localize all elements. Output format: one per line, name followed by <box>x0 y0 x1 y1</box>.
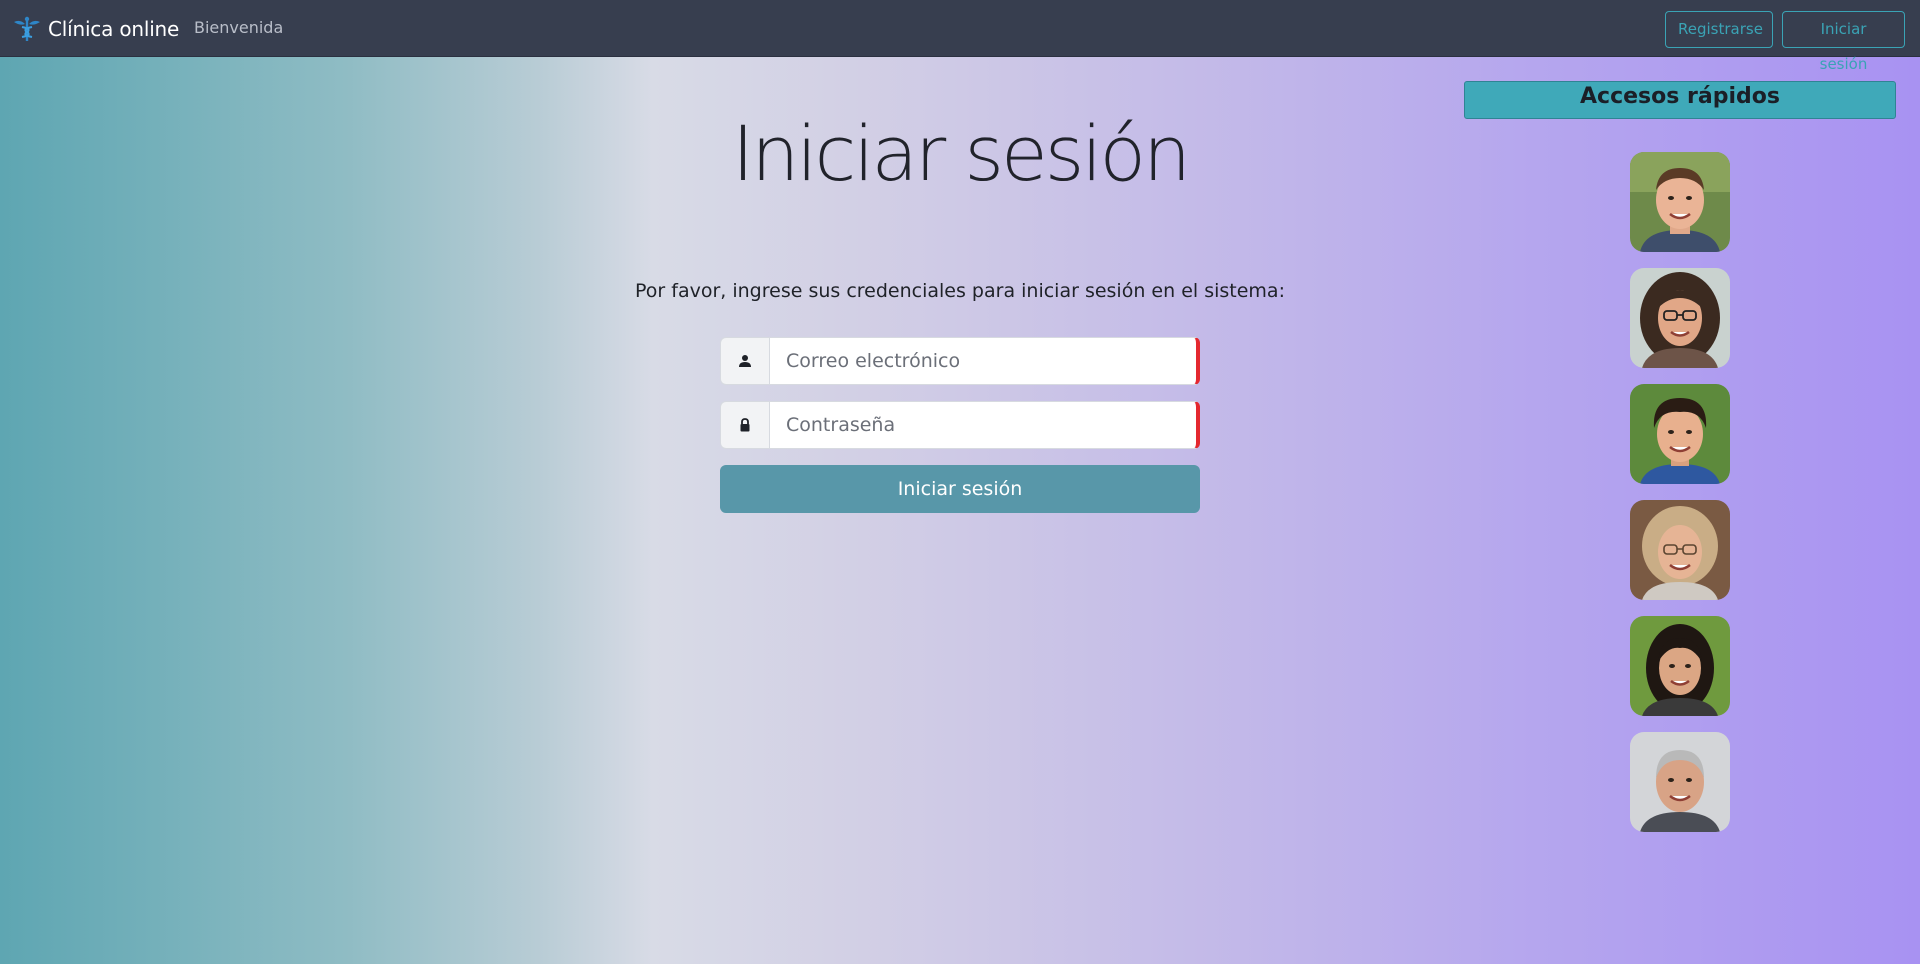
lock-icon <box>740 418 750 432</box>
quick-access-avatar[interactable] <box>1630 268 1730 368</box>
man-short-brown-hair-avatar <box>1630 152 1730 252</box>
caduceus-icon <box>14 16 40 41</box>
lock-icon-addon <box>720 401 769 449</box>
quick-access-avatar[interactable] <box>1630 500 1730 600</box>
quick-access-avatar[interactable] <box>1630 152 1730 252</box>
quick-access-header: Accesos rápidos <box>1464 81 1896 119</box>
email-input-group <box>720 337 1200 385</box>
quick-access-avatar[interactable] <box>1630 616 1730 716</box>
quick-access-avatar[interactable] <box>1630 384 1730 484</box>
woman-dark-hair-avatar <box>1630 616 1730 716</box>
navbar-login-button[interactable]: Iniciar sesión <box>1782 11 1905 73</box>
quick-access-avatar[interactable] <box>1630 732 1730 832</box>
brand-name: Clínica online <box>48 17 180 41</box>
email-field[interactable] <box>769 337 1200 385</box>
nav-link-bienvenida[interactable]: Bienvenida <box>194 18 283 37</box>
user-icon <box>739 355 751 367</box>
brand[interactable]: Clínica online <box>12 14 179 44</box>
password-field[interactable] <box>769 401 1200 449</box>
older-man-gray-hair-avatar <box>1630 732 1730 832</box>
page-title: Iniciar sesión <box>731 109 1191 198</box>
user-icon-addon <box>720 337 769 385</box>
navbar: Clínica online Bienvenida Registrarse In… <box>0 0 1920 73</box>
older-woman-glasses-avatar <box>1630 500 1730 600</box>
login-instructions: Por favor, ingrese sus credenciales para… <box>635 280 1285 302</box>
password-input-group <box>720 401 1200 449</box>
login-submit-button[interactable]: Iniciar sesión <box>720 465 1200 513</box>
woman-glasses-curly-hair-avatar <box>1630 268 1730 368</box>
young-man-dark-hair-avatar <box>1630 384 1730 484</box>
register-button[interactable]: Registrarse <box>1665 11 1773 48</box>
